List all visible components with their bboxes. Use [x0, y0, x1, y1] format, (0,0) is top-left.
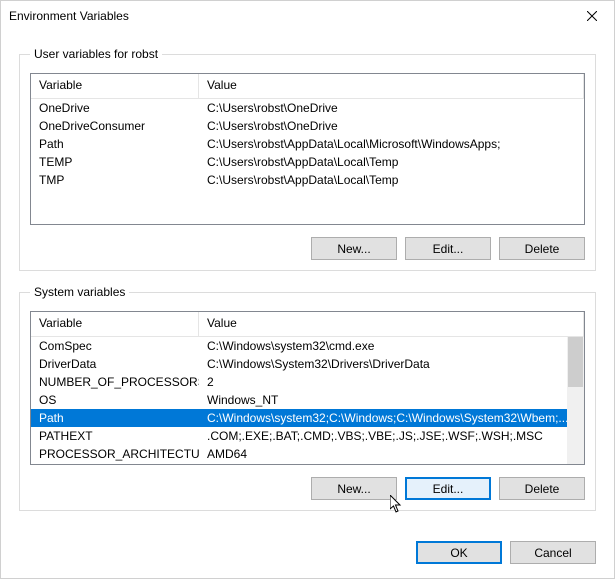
system-new-button[interactable]: New... — [311, 477, 397, 500]
column-header-value[interactable]: Value — [199, 312, 584, 336]
scrollbar-thumb[interactable] — [568, 337, 583, 387]
user-variables-legend: User variables for robst — [30, 47, 162, 61]
table-row[interactable]: PathC:\Users\robst\AppData\Local\Microso… — [31, 135, 584, 153]
cell-variable: OneDriveConsumer — [31, 119, 199, 133]
cell-value: C:\Users\robst\AppData\Local\Temp — [199, 173, 584, 187]
cancel-button[interactable]: Cancel — [510, 541, 596, 564]
window-title: Environment Variables — [9, 9, 129, 23]
list-body: ComSpecC:\Windows\system32\cmd.exeDriver… — [31, 337, 584, 464]
cell-variable: DriverData — [31, 357, 199, 371]
cell-value: C:\Users\robst\OneDrive — [199, 101, 584, 115]
close-button[interactable] — [569, 1, 614, 31]
table-row[interactable]: OSWindows_NT — [31, 391, 584, 409]
cell-value: C:\Windows\system32\cmd.exe — [199, 339, 584, 353]
table-row[interactable]: TEMPC:\Users\robst\AppData\Local\Temp — [31, 153, 584, 171]
cell-value: AMD64 — [199, 447, 584, 461]
user-buttons-row: New... Edit... Delete — [30, 237, 585, 260]
user-variables-group: User variables for robst Variable Value … — [19, 47, 596, 271]
user-edit-button[interactable]: Edit... — [405, 237, 491, 260]
cell-value: C:\Users\robst\OneDrive — [199, 119, 584, 133]
environment-variables-dialog: Environment Variables User variables for… — [0, 0, 615, 579]
system-variables-legend: System variables — [30, 285, 129, 299]
column-header-value[interactable]: Value — [199, 74, 584, 98]
cell-variable: PROCESSOR_ARCHITECTURE — [31, 447, 199, 461]
cell-value: C:\Users\robst\AppData\Local\Temp — [199, 155, 584, 169]
cell-value: Windows_NT — [199, 393, 584, 407]
cell-variable: OS — [31, 393, 199, 407]
column-header-variable[interactable]: Variable — [31, 74, 199, 98]
ok-button[interactable]: OK — [416, 541, 502, 564]
scrollbar[interactable] — [567, 337, 584, 464]
cell-value: C:\Windows\system32;C:\Windows;C:\Window… — [199, 411, 584, 425]
table-row[interactable]: ComSpecC:\Windows\system32\cmd.exe — [31, 337, 584, 355]
system-variables-list[interactable]: Variable Value ComSpecC:\Windows\system3… — [30, 311, 585, 465]
cell-variable: Path — [31, 137, 199, 151]
list-header: Variable Value — [31, 312, 584, 337]
cell-variable: TEMP — [31, 155, 199, 169]
cell-variable: ComSpec — [31, 339, 199, 353]
cell-variable: Path — [31, 411, 199, 425]
table-row[interactable]: PATHEXT.COM;.EXE;.BAT;.CMD;.VBS;.VBE;.JS… — [31, 427, 584, 445]
table-row[interactable]: PathC:\Windows\system32;C:\Windows;C:\Wi… — [31, 409, 584, 427]
system-buttons-row: New... Edit... Delete — [30, 477, 585, 500]
table-row[interactable]: TMPC:\Users\robst\AppData\Local\Temp — [31, 171, 584, 189]
titlebar: Environment Variables — [1, 1, 614, 31]
cell-variable: TMP — [31, 173, 199, 187]
close-icon — [587, 11, 597, 21]
dialog-content: User variables for robst Variable Value … — [1, 31, 614, 527]
table-row[interactable]: DriverDataC:\Windows\System32\Drivers\Dr… — [31, 355, 584, 373]
cell-value: 2 — [199, 375, 584, 389]
table-row[interactable]: NUMBER_OF_PROCESSORS2 — [31, 373, 584, 391]
table-row[interactable]: OneDriveConsumerC:\Users\robst\OneDrive — [31, 117, 584, 135]
user-variables-list[interactable]: Variable Value OneDriveC:\Users\robst\On… — [30, 73, 585, 225]
cell-value: C:\Users\robst\AppData\Local\Microsoft\W… — [199, 137, 584, 151]
user-new-button[interactable]: New... — [311, 237, 397, 260]
cell-variable: NUMBER_OF_PROCESSORS — [31, 375, 199, 389]
system-delete-button[interactable]: Delete — [499, 477, 585, 500]
system-variables-group: System variables Variable Value ComSpecC… — [19, 285, 596, 511]
list-body: OneDriveC:\Users\robst\OneDriveOneDriveC… — [31, 99, 584, 224]
dialog-buttons-row: OK Cancel — [1, 527, 614, 578]
cell-value: C:\Windows\System32\Drivers\DriverData — [199, 357, 584, 371]
cell-variable: OneDrive — [31, 101, 199, 115]
list-header: Variable Value — [31, 74, 584, 99]
cell-value: .COM;.EXE;.BAT;.CMD;.VBS;.VBE;.JS;.JSE;.… — [199, 429, 584, 443]
user-delete-button[interactable]: Delete — [499, 237, 585, 260]
table-row[interactable]: OneDriveC:\Users\robst\OneDrive — [31, 99, 584, 117]
column-header-variable[interactable]: Variable — [31, 312, 199, 336]
cell-variable: PATHEXT — [31, 429, 199, 443]
table-row[interactable]: PROCESSOR_ARCHITECTUREAMD64 — [31, 445, 584, 463]
system-edit-button[interactable]: Edit... — [405, 477, 491, 500]
